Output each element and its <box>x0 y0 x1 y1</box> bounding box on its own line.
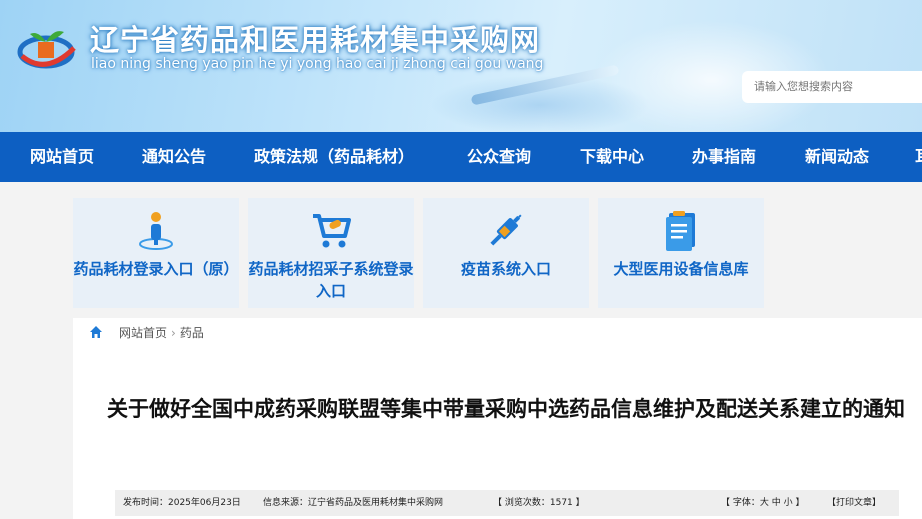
entry-procurement-subsystem[interactable]: 药品耗材招采子系统登录入口 <box>248 198 414 308</box>
entry-label: 大型医用设备信息库 <box>613 260 749 278</box>
entry-vaccine-system[interactable]: 疫苗系统入口 <box>423 198 589 308</box>
breadcrumb-separator: › <box>171 326 176 340</box>
search-input[interactable] <box>742 71 922 103</box>
site-title[interactable]: 辽宁省药品和医用耗材集中采购网 <box>90 17 540 59</box>
main-nav: 网站首页 通知公告 政策法规（药品耗材） 公众查询 下载中心 办事指南 新闻动态… <box>0 132 922 182</box>
nav-item-policies[interactable]: 政策法规（药品耗材） <box>254 132 414 182</box>
shopping-cart-icon <box>313 214 351 248</box>
nav-item-public-query[interactable]: 公众查询 <box>467 132 531 182</box>
print-article-link[interactable]: 【打印文章】 <box>827 490 881 516</box>
breadcrumb-current[interactable]: 药品 <box>180 326 204 340</box>
entry-medical-equipment-db[interactable]: 大型医用设备信息库 <box>598 198 764 308</box>
entry-label: 药品耗材招采子系统登录入口 <box>248 260 414 300</box>
entry-label: 疫苗系统入口 <box>460 260 551 278</box>
nav-item-notices[interactable]: 通知公告 <box>142 132 206 182</box>
font-size-control[interactable]: 【 字体：大 中 小 】 <box>721 490 804 516</box>
document-list-icon <box>666 211 695 251</box>
nav-item-home[interactable]: 网站首页 <box>30 132 94 182</box>
info-source: 信息来源：辽宁省药品及医用耗材集中采购网 <box>263 498 444 508</box>
nav-item-more[interactable]: 耳 <box>915 132 922 182</box>
site-header: 辽宁省药品和医用耗材集中采购网 liao ning sheng yao pin … <box>0 0 922 132</box>
article-meta-bar: 发布时间：2025年06月23日 信息来源：辽宁省药品及医用耗材集中采购网 【 … <box>115 490 899 516</box>
publish-time: 发布时间：2025年06月23日 <box>123 498 241 508</box>
nav-item-downloads[interactable]: 下载中心 <box>580 132 644 182</box>
nav-item-guide[interactable]: 办事指南 <box>692 132 756 182</box>
breadcrumb-home-link[interactable]: 网站首页 <box>119 326 167 340</box>
person-location-icon <box>139 212 173 250</box>
breadcrumb: 网站首页 › 药品 <box>89 324 204 341</box>
entry-label: 药品耗材登录入口（原） <box>73 260 239 278</box>
entry-drug-login-legacy[interactable]: 药品耗材登录入口（原） <box>73 198 239 308</box>
article-title: 关于做好全国中成药采购联盟等集中带量采购中选药品信息维护及配送关系建立的通知 <box>107 397 905 421</box>
view-count: 【 浏览次数：1571 】 <box>493 498 585 508</box>
home-icon[interactable] <box>89 325 103 339</box>
article-panel: 网站首页 › 药品 关于做好全国中成药采购联盟等集中带量采购中选药品信息维护及配送关… <box>73 318 922 519</box>
site-logo-icon[interactable] <box>16 26 80 70</box>
site-title-pinyin: liao ning sheng yao pin he yi yong hao c… <box>91 56 544 72</box>
syringe-icon <box>490 214 522 246</box>
nav-item-news[interactable]: 新闻动态 <box>805 132 869 182</box>
